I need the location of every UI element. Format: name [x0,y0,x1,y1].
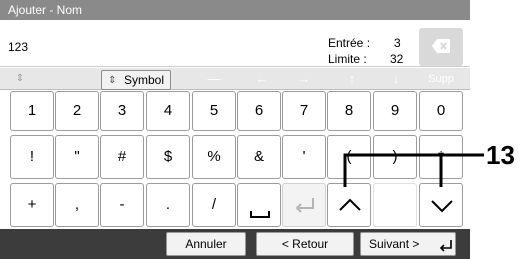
callout-number: 13 [486,140,515,170]
callout-lines [343,153,484,187]
